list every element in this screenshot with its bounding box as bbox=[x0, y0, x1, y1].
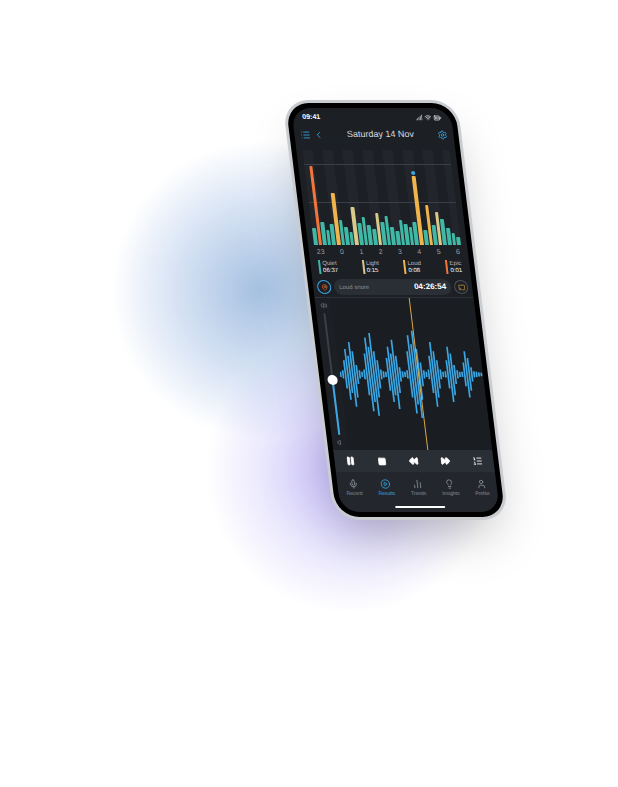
pin-button[interactable] bbox=[316, 280, 332, 294]
nav-item[interactable]: Profile bbox=[474, 479, 490, 497]
status-bar: 09:41 bbox=[291, 108, 452, 124]
nav-item[interactable]: Trends bbox=[409, 479, 427, 497]
sound-chart[interactable]: 230123456 bbox=[296, 146, 469, 257]
chart-bar[interactable] bbox=[446, 228, 452, 245]
legend-value: 0:08 bbox=[408, 267, 422, 274]
pause-icon[interactable] bbox=[345, 456, 356, 466]
legend-swatch bbox=[318, 260, 322, 274]
event-field: Loud snore 04:26:54 bbox=[333, 279, 452, 295]
legend-label: Quiet bbox=[322, 260, 338, 267]
selected-marker bbox=[411, 171, 415, 175]
signal-icon bbox=[415, 114, 423, 121]
stop-icon[interactable] bbox=[377, 457, 387, 466]
nav-label: Record bbox=[346, 489, 363, 497]
x-tick: 1 bbox=[359, 247, 364, 257]
pin-icon bbox=[320, 284, 328, 291]
bar-chart-icon bbox=[412, 479, 423, 489]
legend-value: 06:37 bbox=[323, 267, 339, 274]
legend-swatch bbox=[445, 260, 449, 274]
volume-low-icon bbox=[336, 439, 344, 446]
legend-item: Quiet06:37 bbox=[318, 260, 339, 274]
event-row: Loud snore 04:26:54 bbox=[312, 277, 473, 297]
battery-icon bbox=[433, 114, 442, 122]
nav-item[interactable]: Insights bbox=[441, 479, 460, 497]
legend-label: Light bbox=[366, 260, 380, 267]
x-tick: 4 bbox=[417, 247, 422, 257]
x-tick: 3 bbox=[397, 247, 402, 257]
legend-swatch bbox=[403, 260, 407, 274]
bottom-nav: Record Results Trends Insights Profile bbox=[336, 472, 499, 502]
header-title: Saturday 14 Nov bbox=[323, 128, 439, 142]
event-label: Loud snore bbox=[339, 283, 370, 292]
legend-value: 0:15 bbox=[366, 267, 380, 274]
home-indicator bbox=[395, 506, 445, 508]
wifi-icon bbox=[424, 114, 432, 121]
player bbox=[314, 297, 492, 450]
x-axis: 230123456 bbox=[314, 247, 462, 257]
nav-label: Results bbox=[378, 489, 396, 497]
gear-icon[interactable] bbox=[437, 130, 448, 140]
cast-button[interactable] bbox=[453, 280, 469, 294]
legend: Quiet06:37 Light0:15 Loud0:08 Epic0:01 bbox=[309, 257, 470, 277]
grid-line bbox=[309, 202, 456, 203]
nav-label: Trends bbox=[410, 489, 426, 497]
legend-label: Epic bbox=[449, 260, 462, 267]
chart-bar[interactable] bbox=[456, 237, 461, 245]
volume-high-icon bbox=[320, 302, 328, 309]
user-icon bbox=[476, 479, 487, 489]
waveform-graphic bbox=[331, 298, 493, 450]
page: 09:41Saturday 14 Nov230123456Quiet06:37L… bbox=[0, 0, 618, 787]
status-time: 09:41 bbox=[302, 112, 321, 123]
nav-item[interactable]: Results bbox=[377, 479, 396, 497]
controls bbox=[333, 450, 495, 472]
x-tick: 6 bbox=[455, 247, 460, 257]
x-tick: 5 bbox=[436, 247, 441, 257]
chart-bar[interactable] bbox=[451, 233, 456, 245]
play-circle-icon bbox=[380, 479, 391, 489]
waveform[interactable] bbox=[331, 298, 493, 450]
rewind-icon[interactable] bbox=[408, 456, 419, 466]
fast-forward-icon[interactable] bbox=[440, 456, 451, 466]
volume-knob[interactable] bbox=[327, 375, 338, 385]
cast-icon bbox=[457, 284, 465, 291]
x-tick: 0 bbox=[339, 247, 344, 257]
list-icon[interactable] bbox=[300, 130, 311, 140]
lightbulb-icon bbox=[444, 479, 455, 489]
legend-item: Epic0:01 bbox=[445, 260, 462, 274]
mic-icon bbox=[348, 479, 359, 489]
volume-fill bbox=[332, 380, 341, 435]
nav-label: Profile bbox=[475, 489, 490, 497]
legend-item: Light0:15 bbox=[362, 260, 381, 274]
grid-line bbox=[304, 164, 451, 165]
header: Saturday 14 Nov bbox=[293, 124, 455, 146]
back-icon[interactable] bbox=[313, 130, 324, 140]
nav-item[interactable]: Record bbox=[345, 479, 363, 497]
legend-value: 0:01 bbox=[450, 267, 463, 274]
event-time: 04:26:54 bbox=[413, 281, 447, 293]
legend-swatch bbox=[362, 260, 366, 274]
legend-label: Loud bbox=[407, 260, 421, 267]
playlist-icon[interactable] bbox=[472, 456, 483, 466]
x-tick: 2 bbox=[378, 247, 383, 257]
x-tick: 23 bbox=[316, 247, 325, 257]
legend-item: Loud0:08 bbox=[403, 260, 422, 274]
nav-label: Insights bbox=[442, 489, 460, 497]
